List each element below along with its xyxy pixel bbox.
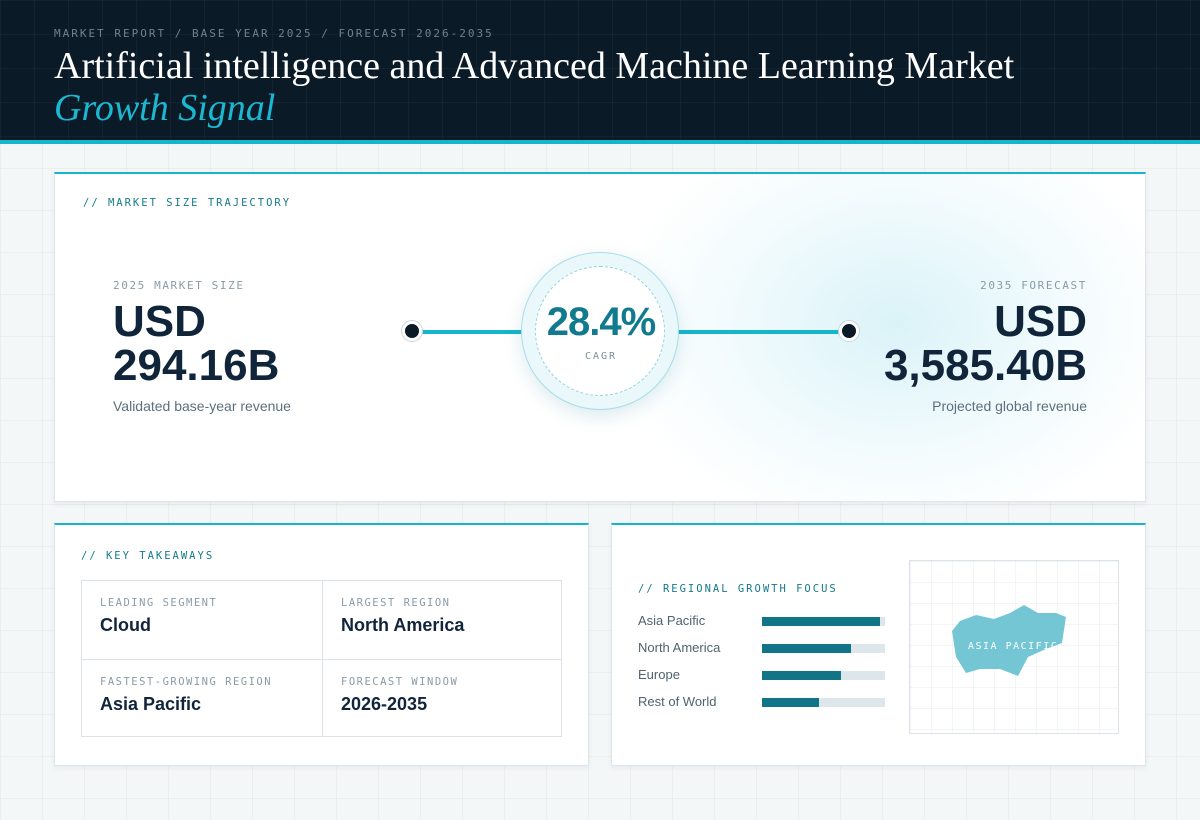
region-bar-track [762,644,885,653]
region-bar-fill [762,671,841,680]
region-name: Asia Pacific [638,613,706,628]
end-stat-label: 2035 FORECAST [980,279,1087,292]
regional-growth-card: // REGIONAL GROWTH FOCUS Asia Pacific No… [611,523,1146,766]
takeaway-forecast-window: FORECAST WINDOW 2026-2035 [322,659,562,737]
region-bar-track [762,671,885,680]
takeaways-grid: LEADING SEGMENT Cloud LARGEST REGION Nor… [81,580,562,737]
end-stat-value: 3,585.40B [883,341,1087,390]
takeaway-value: Cloud [100,615,151,635]
region-name: Rest of World [638,694,717,709]
end-stat-currency: USD [994,297,1087,346]
region-bar-track [762,698,885,707]
regional-section-label: // REGIONAL GROWTH FOCUS [638,583,838,595]
takeaway-label: FASTEST-GROWING REGION [100,676,273,688]
region-row-north-america: North America [638,640,888,656]
takeaway-value: 2026-2035 [341,694,428,714]
trajectory-section-label: // MARKET SIZE TRAJECTORY [83,197,292,209]
takeaways-section-label: // KEY TAKEAWAYS [81,550,215,562]
takeaway-label: FORECAST WINDOW [341,676,459,688]
start-stat-currency: USD [113,297,206,346]
takeaway-largest-region: LARGEST REGION North America [322,581,562,659]
end-point-marker [839,321,859,341]
cagr-badge-inner: 28.4% CAGR [535,266,665,396]
report-header: MARKET REPORT / BASE YEAR 2025 / FORECAS… [0,0,1200,144]
report-kicker: MARKET REPORT / BASE YEAR 2025 / FORECAS… [54,27,494,40]
takeaway-value: Asia Pacific [100,694,202,714]
takeaway-fastest-growing-region: FASTEST-GROWING REGION Asia Pacific [82,659,322,737]
region-name: Europe [638,667,680,682]
takeaway-label: LEADING SEGMENT [100,597,218,609]
start-stat-caption: Validated base-year revenue [113,398,291,414]
region-bar-fill [762,644,851,653]
end-stat-caption: Projected global revenue [932,398,1087,414]
region-row-europe: Europe [638,667,888,683]
start-point-marker [402,321,422,341]
start-stat-label: 2025 MARKET SIZE [113,279,245,292]
cagr-value: 28.4% [546,300,656,344]
market-size-card: // MARKET SIZE TRAJECTORY 2025 MARKET SI… [54,172,1146,502]
region-row-rest-of-world: Rest of World [638,694,888,710]
cagr-label: CAGR [584,351,618,362]
region-bar-fill [762,617,881,626]
key-takeaways-card: // KEY TAKEAWAYS LEADING SEGMENT Cloud L… [54,523,589,766]
region-bar-fill [762,698,819,707]
region-name: North America [638,640,721,655]
region-map: ASIA PACIFIC [909,560,1119,734]
takeaway-leading-segment: LEADING SEGMENT Cloud [82,581,322,659]
map-region-label: ASIA PACIFIC [968,641,1059,652]
report-subtitle: Growth Signal [54,87,276,129]
cagr-badge: 28.4% CAGR [521,252,679,410]
start-stat-value: 294.16B [113,341,280,390]
region-row-asia-pacific: Asia Pacific [638,613,888,629]
region-bar-track [762,617,885,626]
report-title: Artificial intelligence and Advanced Mac… [54,45,1015,87]
takeaway-label: LARGEST REGION [341,597,451,609]
takeaway-value: North America [341,615,465,635]
